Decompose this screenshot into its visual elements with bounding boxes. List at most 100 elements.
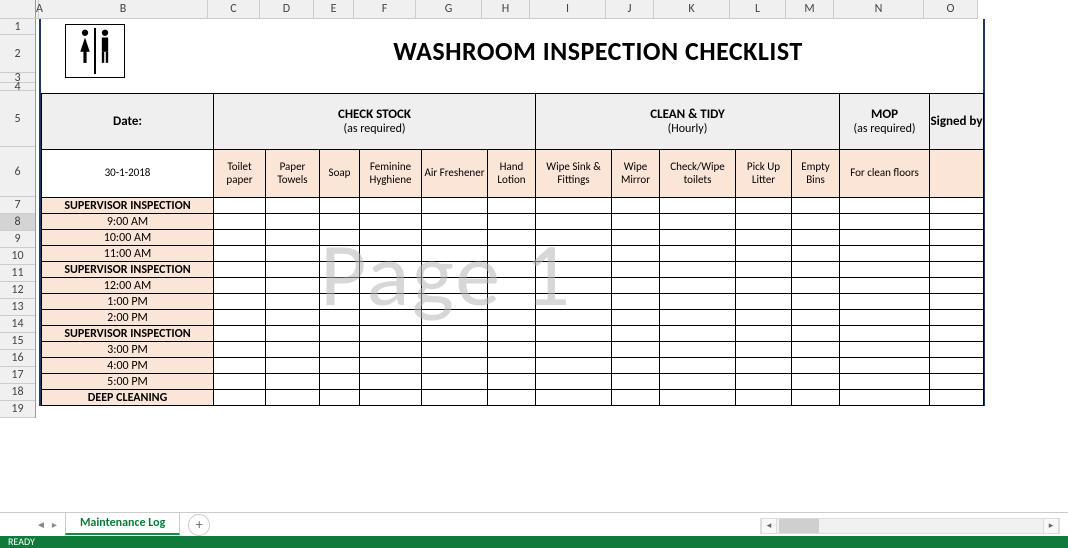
checklist-cell[interactable]: [214, 214, 266, 230]
checklist-cell[interactable]: [266, 278, 320, 294]
checklist-cell[interactable]: [930, 358, 984, 374]
checklist-cell[interactable]: [214, 374, 266, 390]
checklist-cell[interactable]: [660, 198, 736, 214]
checklist-cell[interactable]: [320, 278, 360, 294]
checklist-cell[interactable]: [488, 390, 536, 406]
checklist-cell[interactable]: [488, 278, 536, 294]
checklist-cell[interactable]: [422, 342, 488, 358]
checklist-cell[interactable]: [536, 310, 612, 326]
checklist-cell[interactable]: [840, 198, 930, 214]
row-13[interactable]: 13: [0, 299, 35, 316]
checklist-cell[interactable]: [792, 246, 840, 262]
checklist-cell[interactable]: [736, 262, 792, 278]
row-8[interactable]: 8: [0, 214, 35, 231]
checklist-cell[interactable]: [736, 390, 792, 406]
checklist-cell[interactable]: [360, 342, 422, 358]
checklist-cell[interactable]: [660, 278, 736, 294]
checklist-cell[interactable]: [266, 294, 320, 310]
checklist-cell[interactable]: [612, 214, 660, 230]
row-15[interactable]: 15: [0, 333, 35, 350]
checklist-cell[interactable]: [320, 246, 360, 262]
checklist-cell[interactable]: [360, 198, 422, 214]
checklist-cell[interactable]: [320, 310, 360, 326]
checklist-cell[interactable]: [660, 358, 736, 374]
checklist-cell[interactable]: [612, 198, 660, 214]
checklist-cell[interactable]: [736, 358, 792, 374]
row-18[interactable]: 18: [0, 384, 35, 401]
col-F[interactable]: F: [354, 0, 416, 18]
checklist-cell[interactable]: [536, 342, 612, 358]
row-12[interactable]: 12: [0, 282, 35, 299]
horizontal-scrollbar[interactable]: ◂ ▸: [760, 518, 1060, 534]
checklist-cell[interactable]: [930, 342, 984, 358]
checklist-cell[interactable]: [612, 358, 660, 374]
checklist-cell[interactable]: [214, 390, 266, 406]
checklist-cell[interactable]: [612, 390, 660, 406]
checklist-cell[interactable]: [266, 342, 320, 358]
checklist-cell[interactable]: [488, 294, 536, 310]
checklist-cell[interactable]: [660, 262, 736, 278]
nav-first-icon[interactable]: ◄: [36, 518, 46, 531]
checklist-cell[interactable]: [612, 262, 660, 278]
checklist-cell[interactable]: [840, 262, 930, 278]
checklist-cell[interactable]: [736, 278, 792, 294]
checklist-cell[interactable]: [792, 374, 840, 390]
checklist-cell[interactable]: [792, 214, 840, 230]
checklist-cell[interactable]: [360, 358, 422, 374]
checklist-cell[interactable]: [320, 390, 360, 406]
checklist-cell[interactable]: [214, 294, 266, 310]
checklist-cell[interactable]: [320, 374, 360, 390]
checklist-cell[interactable]: [360, 262, 422, 278]
checklist-cell[interactable]: [266, 374, 320, 390]
checklist-cell[interactable]: [536, 214, 612, 230]
checklist-cell[interactable]: [320, 198, 360, 214]
checklist-cell[interactable]: [612, 294, 660, 310]
checklist-cell[interactable]: [488, 230, 536, 246]
checklist-cell[interactable]: [660, 374, 736, 390]
checklist-cell[interactable]: [612, 374, 660, 390]
checklist-cell[interactable]: [266, 214, 320, 230]
checklist-cell[interactable]: [930, 262, 984, 278]
checklist-cell[interactable]: [840, 278, 930, 294]
checklist-cell[interactable]: [840, 358, 930, 374]
col-N[interactable]: N: [834, 0, 924, 18]
checklist-cell[interactable]: [266, 326, 320, 342]
date-value-cell[interactable]: 30-1-2018: [42, 150, 214, 198]
checklist-cell[interactable]: [488, 246, 536, 262]
tab-maintenance-log[interactable]: Maintenance Log: [65, 513, 180, 535]
checklist-cell[interactable]: [214, 326, 266, 342]
checklist-cell[interactable]: [612, 278, 660, 294]
col-M[interactable]: M: [786, 0, 834, 18]
checklist-cell[interactable]: [840, 326, 930, 342]
checklist-cell[interactable]: [736, 294, 792, 310]
checklist-cell[interactable]: [422, 374, 488, 390]
checklist-cell[interactable]: [660, 310, 736, 326]
checklist-cell[interactable]: [422, 326, 488, 342]
checklist-cell[interactable]: [792, 358, 840, 374]
row-14[interactable]: 14: [0, 316, 35, 333]
checklist-cell[interactable]: [536, 326, 612, 342]
checklist-cell[interactable]: [214, 278, 266, 294]
checklist-cell[interactable]: [266, 358, 320, 374]
checklist-cell[interactable]: [736, 342, 792, 358]
checklist-cell[interactable]: [792, 278, 840, 294]
row-16[interactable]: 16: [0, 350, 35, 367]
checklist-cell[interactable]: [930, 310, 984, 326]
checklist-cell[interactable]: [612, 310, 660, 326]
checklist-cell[interactable]: [840, 390, 930, 406]
checklist-cell[interactable]: [840, 310, 930, 326]
checklist-cell[interactable]: [660, 326, 736, 342]
row-7[interactable]: 7: [0, 197, 35, 214]
checklist-cell[interactable]: [840, 230, 930, 246]
row-5[interactable]: 5: [0, 91, 35, 147]
checklist-cell[interactable]: [840, 294, 930, 310]
checklist-cell[interactable]: [792, 326, 840, 342]
checklist-cell[interactable]: [660, 294, 736, 310]
checklist-cell[interactable]: [360, 214, 422, 230]
checklist-cell[interactable]: [660, 390, 736, 406]
checklist-cell[interactable]: [792, 294, 840, 310]
checklist-cell[interactable]: [536, 246, 612, 262]
checklist-cell[interactable]: [360, 374, 422, 390]
checklist-cell[interactable]: [792, 198, 840, 214]
col-C[interactable]: C: [208, 0, 260, 18]
